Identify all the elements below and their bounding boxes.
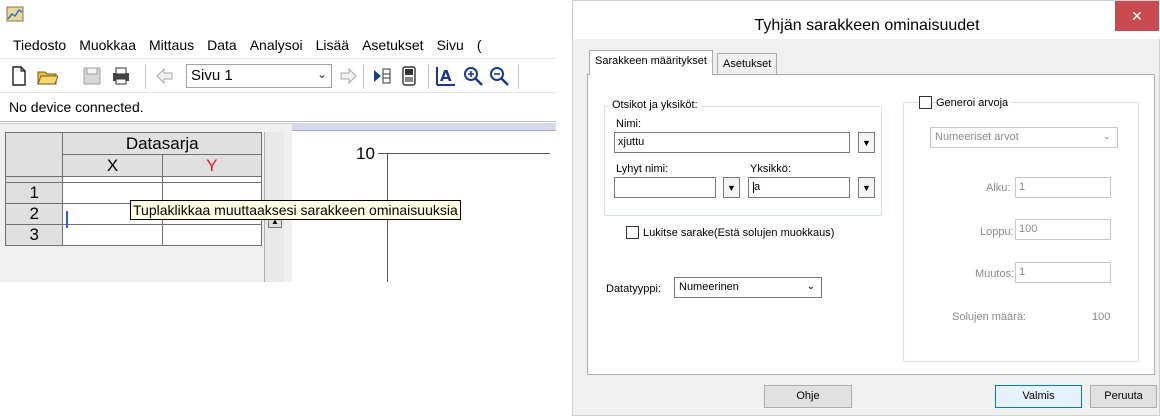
menu-analyze[interactable]: Analysoi xyxy=(237,37,303,53)
zoom-out-icon[interactable] xyxy=(488,65,510,87)
column-properties-dialog: Tyhjän sarakkeen ominaisuudet ✕ Sarakkee… xyxy=(572,0,1160,416)
close-button[interactable]: ✕ xyxy=(1115,1,1159,31)
generate-values-label: Generoi arvoja xyxy=(936,97,1012,109)
menu-bar: Tiedosto Muokkaa Mittaus Data Analysoi L… xyxy=(0,33,556,57)
app-titlebar xyxy=(0,0,556,30)
short-name-input[interactable] xyxy=(614,177,716,198)
step-input-value: 1 xyxy=(1019,266,1026,278)
unit-input-value: a xyxy=(754,181,761,193)
row-number: 2 xyxy=(4,203,64,225)
end-input: 100 xyxy=(1015,219,1111,240)
menu-more[interactable]: ( xyxy=(464,37,482,53)
cancel-button[interactable]: Peruuta xyxy=(1090,385,1157,408)
menu-insert[interactable]: Lisää xyxy=(303,37,349,53)
end-label: Loppu: xyxy=(980,226,1014,238)
ok-button[interactable]: Valmis xyxy=(995,385,1082,408)
tab-panel: Otsikot ja yksiköt: Nimi: xjuttu ▼ Lyhyt… xyxy=(587,74,1155,375)
short-name-dropdown-button[interactable]: ▼ xyxy=(723,177,740,198)
save-icon[interactable] xyxy=(81,65,103,87)
menu-edit[interactable]: Muokkaa xyxy=(66,37,136,53)
toolbar: Sivu 1 ⌄ A xyxy=(0,58,556,91)
labels-units-legend: Otsikot ja yksiköt: xyxy=(609,99,701,111)
y-axis-top-gridline xyxy=(378,153,550,154)
datatype-label: Datatyyppi: xyxy=(606,283,662,295)
name-label: Nimi: xyxy=(616,118,642,130)
device-icon[interactable] xyxy=(398,65,420,87)
column-tooltip: Tuplaklikkaa muuttaaksesi sarakkeen omin… xyxy=(130,200,461,220)
collect-data-icon[interactable] xyxy=(371,65,393,87)
dropdown-arrow-icon: ▼ xyxy=(727,183,736,193)
lock-column-label: Lukitse sarake(Estä solujen muokkaus) xyxy=(643,227,835,239)
start-label: Alku: xyxy=(986,182,1011,194)
menu-file[interactable]: Tiedosto xyxy=(0,37,66,53)
menu-data[interactable]: Data xyxy=(194,37,237,53)
chevron-down-icon: ⌄ xyxy=(806,281,815,292)
unit-dropdown-button[interactable]: ▼ xyxy=(858,177,875,198)
app-logo-icon xyxy=(6,6,24,22)
name-dropdown-button[interactable]: ▼ xyxy=(858,132,875,153)
next-page-icon[interactable] xyxy=(336,65,358,87)
step-input: 1 xyxy=(1015,262,1111,283)
dataset-header[interactable]: Datasarja xyxy=(62,132,262,155)
start-input: 1 xyxy=(1015,177,1111,198)
name-input-value: xjuttu xyxy=(618,136,645,148)
toolbar-separator xyxy=(363,65,364,89)
menu-page[interactable]: Sivu xyxy=(424,37,464,53)
print-icon[interactable] xyxy=(110,65,132,87)
menu-measurement[interactable]: Mittaus xyxy=(136,37,194,53)
dropdown-arrow-icon: ▼ xyxy=(862,138,871,148)
new-file-icon[interactable] xyxy=(8,65,30,87)
table-cell[interactable] xyxy=(62,224,163,246)
end-input-value: 100 xyxy=(1019,223,1038,235)
unit-input[interactable]: a xyxy=(748,177,850,198)
table-row: 3 xyxy=(4,224,263,246)
zoom-in-icon[interactable] xyxy=(462,65,484,87)
device-status-text: No device connected. xyxy=(9,99,144,115)
row-number: 3 xyxy=(4,224,64,246)
table-cell[interactable] xyxy=(161,224,263,246)
chevron-down-icon: ⌄ xyxy=(1102,131,1111,142)
step-label: Muutos: xyxy=(975,268,1015,280)
page-select-value: Sivu 1 xyxy=(191,67,233,84)
datatype-value: Numeerinen xyxy=(679,281,739,293)
column-header-x[interactable]: X xyxy=(62,154,163,177)
text-cursor xyxy=(66,211,68,228)
generate-type-value: Numeeriset arvot xyxy=(935,131,1019,143)
toolbar-separator xyxy=(518,65,519,89)
generate-type-select: Numeeriset arvot ⌄ xyxy=(930,127,1118,148)
previous-page-icon[interactable] xyxy=(155,65,177,87)
menu-settings[interactable]: Asetukset xyxy=(349,37,423,53)
help-button[interactable]: Ohje xyxy=(764,385,852,408)
short-name-label: Lyhyt nimi: xyxy=(616,163,669,175)
chevron-down-icon: ⌄ xyxy=(316,67,327,81)
data-table: Datasarja X Y 1 2 3 xyxy=(4,132,263,246)
autoscale-icon[interactable]: A xyxy=(435,65,457,87)
svg-text:A: A xyxy=(440,67,452,85)
device-status-bar: No device connected. xyxy=(0,92,556,122)
name-input[interactable]: xjuttu xyxy=(614,132,850,153)
generate-values-checkbox[interactable] xyxy=(919,96,932,109)
cell-count-label: Solujen määrä: xyxy=(952,311,1026,323)
close-icon: ✕ xyxy=(1131,8,1143,24)
table-corner xyxy=(4,132,64,177)
tab-settings[interactable]: Asetukset xyxy=(717,53,778,75)
graph-header-strip xyxy=(292,123,556,131)
column-header-y[interactable]: Y xyxy=(161,154,263,177)
unit-label: Yksikkö: xyxy=(750,163,791,175)
logger-app-window: Tiedosto Muokkaa Mittaus Data Analysoi L… xyxy=(0,0,556,282)
cell-count-value: 100 xyxy=(1092,311,1111,323)
page-select[interactable]: Sivu 1 ⌄ xyxy=(186,64,332,88)
toolbar-separator xyxy=(428,65,429,89)
row-number: 1 xyxy=(4,182,64,204)
tab-column-definitions[interactable]: Sarakkeen määritykset xyxy=(589,50,713,75)
toolbar-separator xyxy=(145,65,146,89)
open-folder-icon[interactable] xyxy=(36,65,58,87)
datatype-select[interactable]: Numeerinen ⌄ xyxy=(674,277,822,298)
start-input-value: 1 xyxy=(1019,181,1026,193)
labels-units-group: Otsikot ja yksiköt: xyxy=(604,99,882,216)
dropdown-arrow-icon: ▼ xyxy=(862,183,871,193)
lock-column-checkbox[interactable] xyxy=(626,226,639,239)
y-axis-max-label: 10 xyxy=(356,144,375,163)
dialog-title: Tyhjän sarakkeen ominaisuudet xyxy=(573,1,1160,39)
